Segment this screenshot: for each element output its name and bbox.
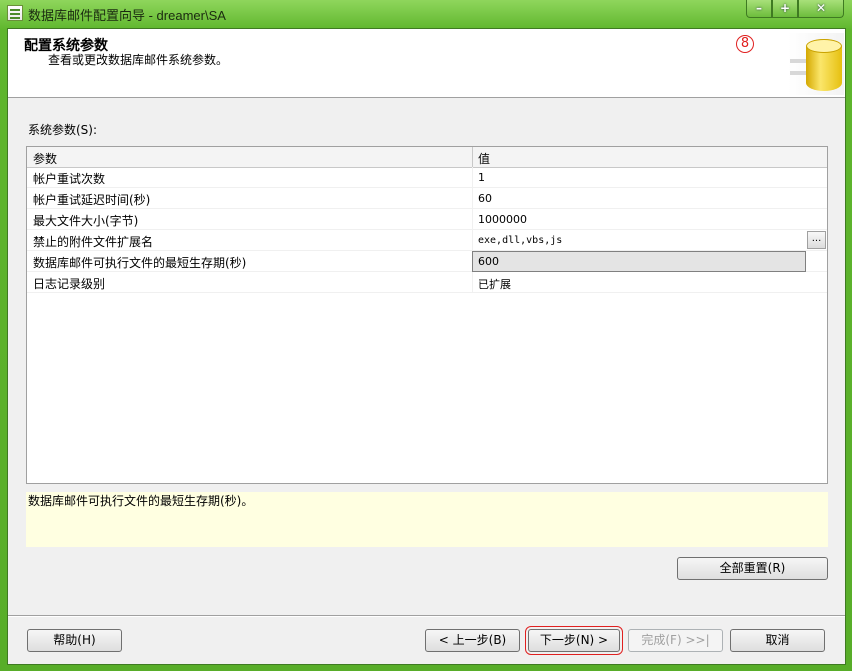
- page-subtitle: 查看或更改数据库邮件系统参数。: [48, 53, 229, 67]
- parameter-name: 数据库邮件可执行文件的最短生存期(秒): [33, 256, 247, 270]
- wizard-header: 配置系统参数 查看或更改数据库邮件系统参数。 8: [8, 29, 845, 98]
- minimize-button[interactable]: –: [746, 0, 772, 18]
- system-parameters-grid[interactable]: 参数 值 帐户重试次数 1 帐户重试延迟时间(秒) 60 最大文件大小(字节) …: [26, 146, 828, 484]
- parameter-value[interactable]: 1: [478, 171, 485, 184]
- finish-button[interactable]: 完成(F) >>|: [628, 629, 723, 652]
- parameter-value[interactable]: 1000000: [478, 213, 527, 226]
- next-button[interactable]: 下一步(N) >: [525, 626, 623, 655]
- close-button[interactable]: ✕: [798, 0, 844, 18]
- system-parameters-label: 系统参数(S):: [28, 123, 98, 137]
- grid-row-account-retry-attempts[interactable]: 帐户重试次数 1: [27, 167, 827, 188]
- back-button[interactable]: < 上一步(B): [425, 629, 520, 652]
- parameter-description-text: 数据库邮件可执行文件的最短生存期(秒)。: [28, 494, 254, 508]
- grid-header: 参数 值: [27, 147, 827, 168]
- grid-row-max-file-size[interactable]: 最大文件大小(字节) 1000000: [27, 209, 827, 230]
- window-controls: – + ✕: [746, 0, 844, 19]
- parameter-name: 最大文件大小(字节): [33, 214, 139, 228]
- column-header-parameter: 参数: [33, 152, 58, 166]
- parameter-value[interactable]: exe,dll,vbs,js: [478, 235, 562, 246]
- database-logo-icon: [788, 33, 844, 95]
- parameter-description-panel: 数据库邮件可执行文件的最短生存期(秒)。: [26, 492, 828, 547]
- window-title: 数据库邮件配置向导 - dreamer\SA: [28, 8, 226, 23]
- app-icon: [7, 5, 23, 21]
- cancel-button[interactable]: 取消: [730, 629, 825, 652]
- parameter-name: 禁止的附件文件扩展名: [33, 235, 154, 249]
- parameter-value[interactable]: 60: [478, 192, 492, 205]
- reset-all-button[interactable]: 全部重置(R): [677, 557, 828, 580]
- parameter-value[interactable]: 已扩展: [478, 276, 511, 292]
- title-bar[interactable]: 数据库邮件配置向导 - dreamer\SA – + ✕: [0, 0, 852, 26]
- grid-row-prohibited-extensions[interactable]: 禁止的附件文件扩展名 exe,dll,vbs,js ...: [27, 230, 827, 251]
- step-annotation-marker: 8: [736, 35, 754, 53]
- parameter-name: 帐户重试延迟时间(秒): [33, 193, 151, 207]
- grid-row-logging-level[interactable]: 日志记录级别 已扩展: [27, 272, 827, 293]
- parameter-name: 帐户重试次数: [33, 172, 106, 186]
- column-header-value: 值: [478, 152, 491, 166]
- selected-value-cell[interactable]: [472, 251, 806, 272]
- browse-ellipsis-button[interactable]: ...: [807, 231, 826, 249]
- parameter-value[interactable]: 600: [478, 255, 499, 268]
- wizard-client-area: 配置系统参数 查看或更改数据库邮件系统参数。 8 系统参数(S): 参数 值 帐…: [7, 28, 846, 665]
- maximize-button[interactable]: +: [772, 0, 798, 18]
- footer-divider: [8, 615, 845, 617]
- parameter-name: 日志记录级别: [33, 277, 106, 291]
- help-button[interactable]: 帮助(H): [27, 629, 122, 652]
- grid-row-account-retry-delay[interactable]: 帐户重试延迟时间(秒) 60: [27, 188, 827, 209]
- grid-row-executable-min-lifetime[interactable]: 数据库邮件可执行文件的最短生存期(秒) 600: [27, 251, 827, 272]
